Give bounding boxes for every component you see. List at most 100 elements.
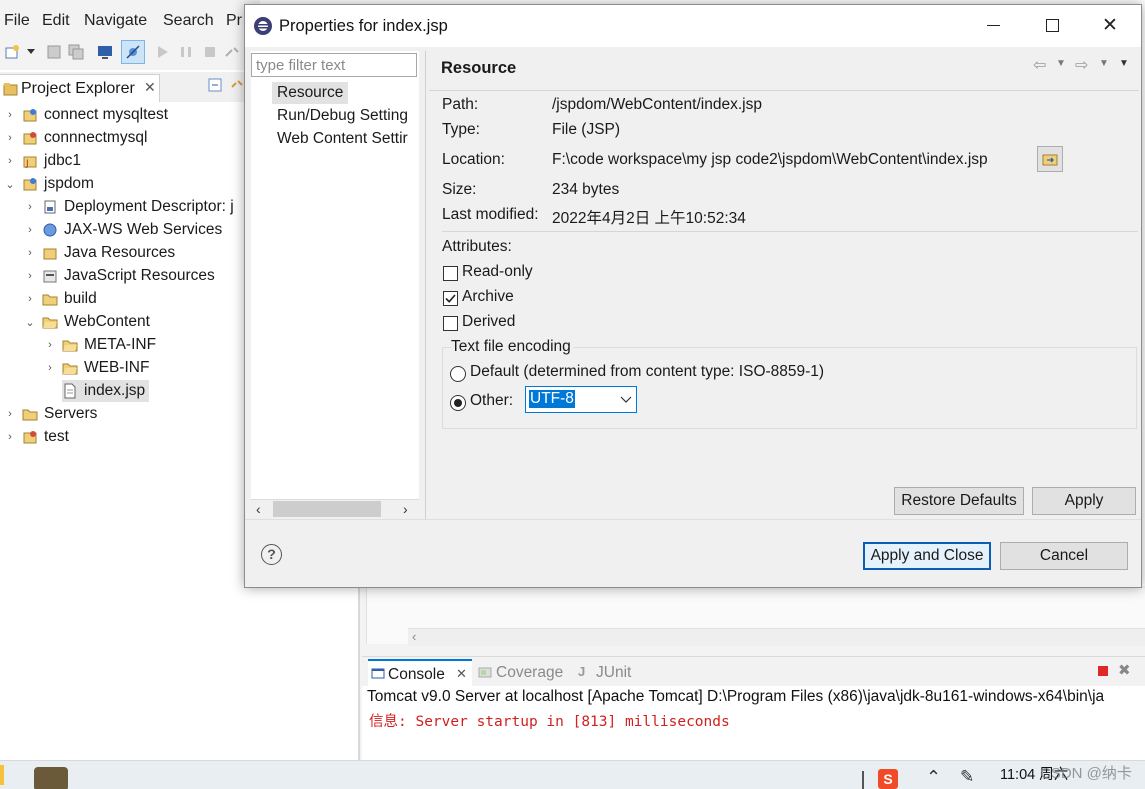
restore-defaults-button[interactable]: Restore Defaults (894, 487, 1024, 515)
javascript-resources-icon (43, 270, 57, 283)
console-output[interactable]: Tomcat v9.0 Server at localhost [Apache … (362, 686, 1145, 760)
project-explorer-tab[interactable]: Project Explorer ✕ (0, 74, 160, 102)
default-encoding-label[interactable]: Default (determined from content type: I… (470, 363, 824, 381)
panel-divider[interactable] (425, 51, 426, 519)
eclipse-app-icon[interactable] (34, 767, 68, 789)
terminal-icon[interactable] (97, 44, 113, 60)
archive-label[interactable]: Archive (462, 288, 514, 306)
expand-arrow-icon[interactable]: › (24, 293, 36, 305)
tab-console[interactable]: Console ✕ (368, 659, 472, 687)
disconnect-icon[interactable] (224, 44, 240, 60)
help-icon[interactable]: ? (261, 544, 282, 565)
apply-button[interactable]: Apply (1032, 487, 1136, 515)
collapse-arrow-icon[interactable]: ⌄ (24, 316, 36, 329)
expand-arrow-icon[interactable]: › (24, 224, 36, 236)
pen-icon[interactable]: ✎ (960, 767, 974, 787)
dialog-titlebar[interactable]: Properties for index.jsp ✕ (245, 5, 1141, 47)
resume-icon[interactable] (155, 44, 171, 60)
scrollbar-thumb[interactable] (273, 501, 381, 517)
filter-input[interactable] (251, 53, 417, 77)
open-folder-icon (42, 317, 58, 329)
cancel-button[interactable]: Cancel (1000, 542, 1128, 570)
resource-page: Resource ⇦ ▼ ⇨ ▼ ▼ Path: /jspdom/WebCont… (429, 51, 1139, 519)
editor-horizontal-scrollbar[interactable]: ‹ (408, 628, 1145, 646)
tree-item-label: Deployment Descriptor: j (64, 198, 234, 215)
read-only-label[interactable]: Read-only (462, 263, 533, 281)
collapse-arrow-icon[interactable]: ⌄ (4, 178, 16, 191)
menu-search[interactable]: Search (163, 12, 214, 30)
tree-item[interactable]: › Servers (4, 403, 97, 425)
tree-item[interactable]: ⌄ jspdom (4, 173, 94, 195)
tree-item[interactable]: › WEB-INF (44, 357, 149, 379)
close-tab-icon[interactable]: ✕ (456, 666, 467, 682)
expand-arrow-icon[interactable]: › (4, 155, 16, 167)
suspend-icon[interactable] (178, 44, 194, 60)
tree-item-selected[interactable]: index.jsp (62, 380, 150, 402)
tree-item[interactable]: ⌄ WebContent (24, 311, 150, 333)
tray-chevron-up-icon[interactable]: ⌃ (926, 767, 941, 788)
maximize-icon[interactable] (1046, 19, 1059, 32)
tree-item-label: META-INF (84, 336, 157, 353)
other-encoding-radio[interactable] (450, 395, 466, 411)
expand-arrow-icon[interactable]: › (24, 247, 36, 259)
tree-item[interactable]: › JavaScript Resources (24, 265, 215, 287)
expand-arrow-icon[interactable]: › (4, 431, 16, 443)
save-icon[interactable] (46, 44, 62, 60)
expand-arrow-icon[interactable]: › (4, 408, 16, 420)
dropdown-icon[interactable] (26, 46, 36, 56)
nav-item-run-debug[interactable]: Run/Debug Setting (272, 105, 418, 127)
tree-item[interactable]: › Deployment Descriptor: j (24, 196, 234, 218)
ime-icon[interactable]: S (878, 769, 898, 789)
skip-breakpoints-toggle[interactable] (121, 40, 145, 64)
expand-arrow-icon[interactable]: › (44, 362, 56, 374)
tree-item[interactable]: › connnectmysql (4, 127, 147, 149)
derived-checkbox[interactable] (443, 316, 458, 331)
tree-item[interactable]: › test (4, 426, 69, 448)
expand-arrow-icon[interactable]: › (24, 270, 36, 282)
archive-checkbox[interactable] (443, 291, 458, 306)
show-in-explorer-button[interactable] (1037, 146, 1063, 172)
default-encoding-radio[interactable] (450, 366, 466, 382)
menu-navigate[interactable]: Navigate (84, 12, 147, 30)
coverage-icon[interactable] (478, 665, 492, 679)
new-icon[interactable] (4, 44, 20, 60)
expand-arrow-icon[interactable]: › (4, 109, 16, 121)
menu-file[interactable]: File (4, 12, 30, 30)
apply-and-close-button[interactable]: Apply and Close (863, 542, 991, 570)
view-menu-icon[interactable]: ▼ (1119, 58, 1129, 69)
encoding-select[interactable]: UTF-8 (525, 386, 637, 413)
tree-item[interactable]: › connect mysqltest (4, 104, 168, 126)
derived-label[interactable]: Derived (462, 313, 515, 331)
close-view-icon[interactable]: ✕ (144, 79, 156, 96)
back-menu-icon[interactable]: ▼ (1056, 58, 1066, 69)
menu-edit[interactable]: Edit (42, 12, 70, 30)
close-icon[interactable]: ✕ (1102, 14, 1118, 37)
expand-arrow-icon[interactable]: › (24, 201, 36, 213)
menu-project[interactable]: Pr (226, 12, 242, 30)
scroll-left-icon[interactable]: ‹ (412, 629, 416, 644)
read-only-checkbox[interactable] (443, 266, 458, 281)
tree-item[interactable]: › J jdbc1 (4, 150, 81, 172)
other-encoding-label[interactable]: Other: (470, 392, 513, 410)
tab-coverage[interactable]: Coverage (496, 664, 563, 682)
terminate-console-icon[interactable] (1097, 665, 1109, 677)
save-all-icon[interactable] (68, 44, 84, 60)
terminate-icon[interactable] (202, 44, 218, 60)
remove-launch-icon[interactable]: ✖ (1118, 661, 1131, 679)
collapse-all-icon[interactable] (208, 78, 222, 92)
tree-item[interactable]: › META-INF (44, 334, 156, 356)
expand-arrow-icon[interactable]: › (4, 132, 16, 144)
scroll-right-icon[interactable]: › (403, 501, 408, 517)
tree-item[interactable]: › Java Resources (24, 242, 175, 264)
nav-item-resource[interactable]: Resource (272, 82, 348, 104)
expand-arrow-icon[interactable]: › (44, 339, 56, 351)
back-arrow-icon[interactable]: ⇦ (1033, 55, 1046, 75)
forward-menu-icon[interactable]: ▼ (1099, 58, 1109, 69)
tab-junit[interactable]: JUnit (596, 664, 631, 682)
forward-arrow-icon[interactable]: ⇨ (1075, 55, 1088, 75)
tree-item[interactable]: › build (24, 288, 97, 310)
tree-item[interactable]: › JAX-WS Web Services (24, 219, 222, 241)
nav-item-web-content[interactable]: Web Content Settir (272, 128, 418, 150)
minimize-icon[interactable] (987, 25, 1000, 26)
scroll-left-icon[interactable]: ‹ (256, 501, 261, 517)
